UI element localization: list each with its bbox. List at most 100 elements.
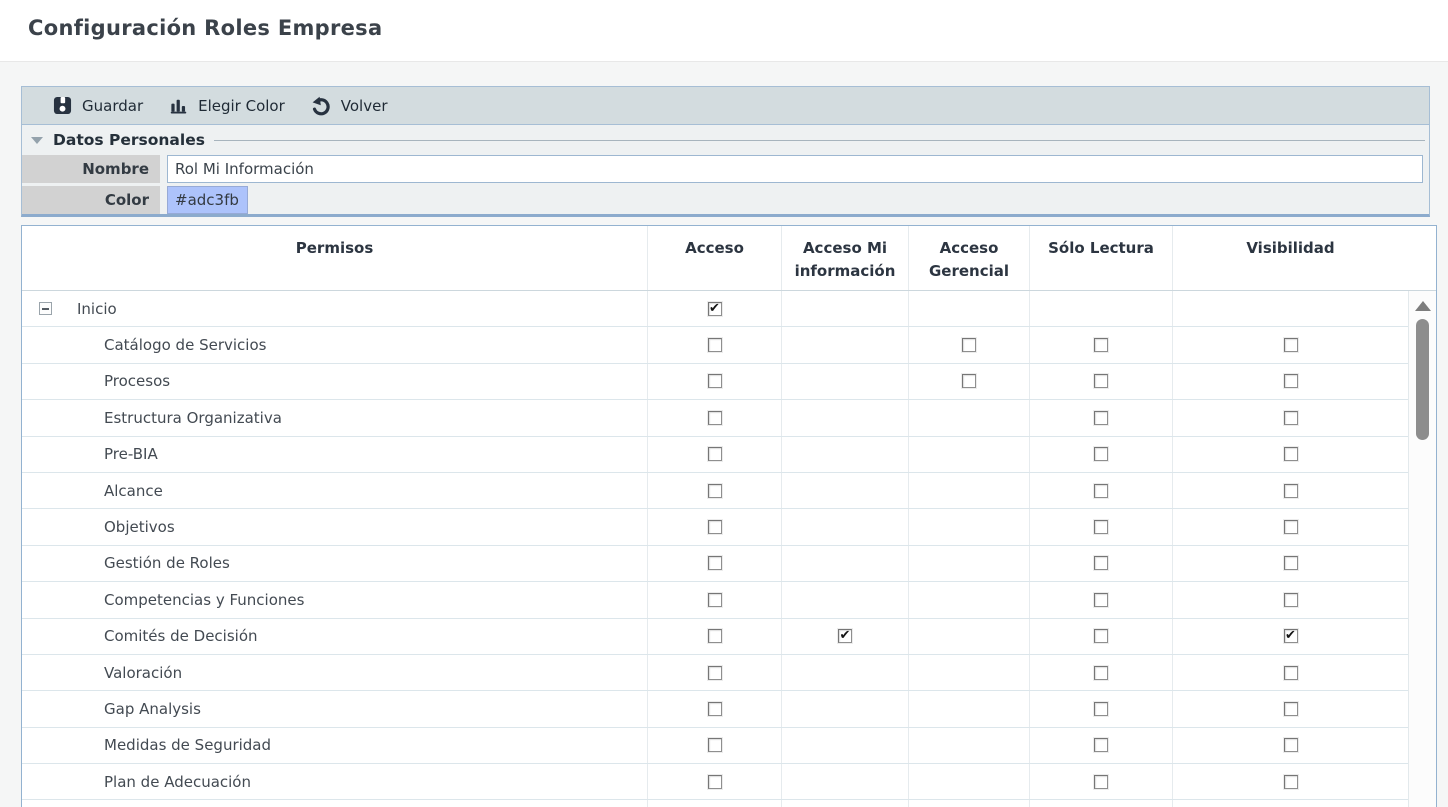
checkbox-solo-lectura[interactable] [1094,338,1108,352]
vertical-scrollbar[interactable] [1408,291,1436,807]
cell-visibilidad [1173,764,1408,799]
permission-label-cell: Estructura Organizativa [22,400,648,435]
checkbox-solo-lectura[interactable] [1094,411,1108,425]
permission-label: Estructura Organizativa [104,409,282,427]
checkbox-acceso[interactable] [708,738,722,752]
table-row: Pre-BIA [22,437,1408,473]
checkbox-acceso[interactable] [708,775,722,789]
checkbox-solo-lectura[interactable] [1094,447,1108,461]
cell-acceso [648,327,782,362]
checkbox-acceso[interactable] [708,556,722,570]
choose-color-button[interactable]: Elegir Color [156,87,298,124]
checkbox-acceso[interactable] [708,593,722,607]
checkbox-acceso-checked[interactable]: ✔ [708,302,722,316]
checkbox-visibilidad[interactable] [1284,484,1298,498]
checkbox-acceso[interactable] [708,447,722,461]
permission-label-cell: Objetivos [22,509,648,544]
checkbox-visibilidad[interactable] [1284,702,1298,716]
header-acceso-gerencial: Acceso Gerencial [909,226,1030,290]
color-swatch[interactable]: #adc3fb [167,186,248,214]
checkbox-solo-lectura[interactable] [1094,629,1108,643]
checkbox-acceso-gerencial[interactable] [962,338,976,352]
permission-label-cell: Alcance [22,473,648,508]
nombre-input[interactable] [167,155,1423,183]
checkbox-visibilidad[interactable] [1284,666,1298,680]
checkbox-solo-lectura[interactable] [1094,374,1108,388]
checkbox-solo-lectura[interactable] [1094,702,1108,716]
checkbox-visibilidad[interactable] [1284,520,1298,534]
permissions-table: Permisos Acceso Acceso Mi información Ac… [21,225,1437,807]
scrollbar-thumb[interactable] [1416,319,1429,440]
legend-divider [214,140,1425,141]
checkbox-solo-lectura[interactable] [1094,738,1108,752]
personal-data-panel: Datos Personales Nombre Color #adc3fb [21,125,1430,217]
table-row-partial [22,800,1408,807]
cell-acceso-gerencial [909,364,1030,399]
cell-acceso-mi-informacion [782,327,909,362]
checkbox-acceso[interactable] [708,374,722,388]
cell-acceso-gerencial [909,691,1030,726]
scroll-up-icon[interactable] [1415,301,1431,311]
cell-visibilidad [1173,291,1408,326]
checkbox-visibilidad[interactable] [1284,338,1298,352]
collapse-node-toggle[interactable] [39,302,52,315]
checkbox-acceso[interactable] [708,520,722,534]
cell-acceso [648,728,782,763]
cell-acceso [648,619,782,654]
checkbox-visibilidad[interactable] [1284,556,1298,570]
checkbox-acceso[interactable] [708,629,722,643]
permission-label: Valoración [104,664,182,682]
cell-visibilidad [1173,582,1408,617]
permission-label: Gestión de Roles [104,554,230,572]
collapse-section-icon[interactable] [31,137,43,144]
cell-acceso-gerencial [909,437,1030,472]
cell-acceso-gerencial [909,546,1030,581]
cell-visibilidad [1173,327,1408,362]
permission-label-cell: Inicio [22,291,648,326]
checkbox-acceso[interactable] [708,411,722,425]
checkbox-visibilidad[interactable] [1284,374,1298,388]
save-button-label: Guardar [82,97,143,115]
bar-chart-icon [169,96,188,115]
permission-label: Pre-BIA [104,445,158,463]
cell-acceso-gerencial [909,764,1030,799]
cell-acceso [648,400,782,435]
cell-acceso-gerencial [909,619,1030,654]
checkbox-solo-lectura[interactable] [1094,775,1108,789]
cell-visibilidad: ✔ [1173,619,1408,654]
checkbox-acceso[interactable] [708,666,722,680]
checkbox-visibilidad-checked[interactable]: ✔ [1284,629,1298,643]
checkbox-solo-lectura[interactable] [1094,520,1108,534]
cell-acceso-mi-informacion: ✔ [782,619,909,654]
cell-solo-lectura [1030,437,1173,472]
cell-acceso-mi-informacion [782,291,909,326]
checkbox-visibilidad[interactable] [1284,411,1298,425]
checkbox-acceso[interactable] [708,338,722,352]
save-button[interactable]: Guardar [40,87,156,124]
cell-acceso-gerencial [909,291,1030,326]
section-title: Datos Personales [53,131,205,149]
save-icon [53,96,72,115]
checkbox-solo-lectura[interactable] [1094,593,1108,607]
cell-solo-lectura [1030,364,1173,399]
cell-visibilidad [1173,728,1408,763]
back-button[interactable]: Volver [298,87,401,124]
table-row: Objetivos [22,509,1408,545]
checkbox-visibilidad[interactable] [1284,593,1298,607]
checkbox-solo-lectura[interactable] [1094,666,1108,680]
checkbox-visibilidad[interactable] [1284,447,1298,461]
checkbox-acceso[interactable] [708,702,722,716]
cell-solo-lectura [1030,582,1173,617]
checkbox-visibilidad[interactable] [1284,775,1298,789]
checkbox-acceso[interactable] [708,484,722,498]
checkbox-visibilidad[interactable] [1284,738,1298,752]
checkbox-acceso-mi-informacion-checked[interactable]: ✔ [838,629,852,643]
cell-solo-lectura [1030,400,1173,435]
cell-acceso-gerencial [909,655,1030,690]
checkbox-solo-lectura[interactable] [1094,556,1108,570]
checkbox-solo-lectura[interactable] [1094,484,1108,498]
checkbox-acceso-gerencial[interactable] [962,374,976,388]
table-row: Competencias y Funciones [22,582,1408,618]
permission-label: Competencias y Funciones [104,591,304,609]
cell-acceso-gerencial [909,728,1030,763]
